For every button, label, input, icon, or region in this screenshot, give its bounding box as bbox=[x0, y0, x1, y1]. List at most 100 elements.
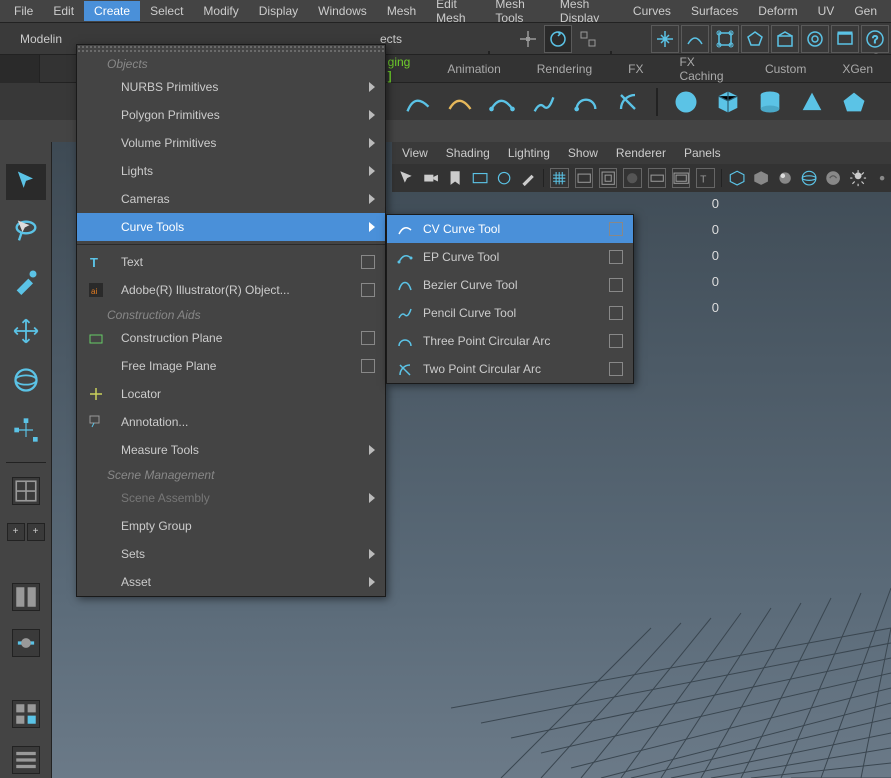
menu-deform[interactable]: Deform bbox=[748, 1, 807, 21]
vp-menu-panels[interactable]: Panels bbox=[684, 146, 721, 160]
vp-menu-lighting[interactable]: Lighting bbox=[508, 146, 550, 160]
menu-construction-plane[interactable]: Construction Plane bbox=[77, 324, 385, 352]
vp-wireframe-icon[interactable] bbox=[728, 168, 746, 188]
menu-gen[interactable]: Gen bbox=[844, 1, 887, 21]
menu-asset[interactable]: Asset bbox=[77, 568, 385, 596]
vp-menu-shading[interactable]: Shading bbox=[446, 146, 490, 160]
vp-resolution-gate-icon[interactable] bbox=[599, 168, 617, 188]
vp-menu-view[interactable]: View bbox=[402, 146, 428, 160]
menu-annotation[interactable]: Annotation... bbox=[77, 408, 385, 436]
pane-add-right[interactable]: + bbox=[27, 523, 45, 541]
vp-field-chart-icon[interactable] bbox=[648, 168, 666, 188]
snap-live-icon[interactable] bbox=[801, 25, 829, 53]
menu-polygon-primitives[interactable]: Polygon Primitives bbox=[77, 101, 385, 129]
vp-menu-show[interactable]: Show bbox=[568, 146, 598, 160]
torus-icon[interactable] bbox=[840, 88, 868, 116]
menu-illustrator[interactable]: aiAdobe(R) Illustrator(R) Object... bbox=[77, 276, 385, 304]
vp-smooth-shade-icon[interactable] bbox=[752, 168, 770, 188]
menu-create[interactable]: Create bbox=[84, 1, 140, 21]
menu-windows[interactable]: Windows bbox=[308, 1, 377, 21]
menu-measure-tools[interactable]: Measure Tools bbox=[77, 436, 385, 464]
vp-menu-renderer[interactable]: Renderer bbox=[616, 146, 666, 160]
menu-nurbs-primitives[interactable]: NURBS Primitives bbox=[77, 73, 385, 101]
layout-settings-icon[interactable] bbox=[12, 746, 40, 774]
submenu-three-point-arc[interactable]: Three Point Circular Arc bbox=[387, 327, 633, 355]
vp-image-plane-icon[interactable] bbox=[471, 168, 489, 188]
move-tool[interactable] bbox=[6, 313, 46, 349]
menu-edit[interactable]: Edit bbox=[43, 1, 84, 21]
menu-tear-off-handle[interactable] bbox=[77, 45, 385, 53]
curve-bezier-icon[interactable] bbox=[488, 88, 516, 116]
menu-empty-group[interactable]: Empty Group bbox=[77, 512, 385, 540]
submenu-pencil-curve[interactable]: Pencil Curve Tool bbox=[387, 299, 633, 327]
menu-locator[interactable]: Locator bbox=[77, 380, 385, 408]
layout-grid-icon[interactable] bbox=[12, 700, 40, 728]
vp-safe-title-icon[interactable]: T bbox=[696, 168, 714, 188]
snap-move-icon[interactable] bbox=[514, 25, 542, 53]
vp-wireframe-on-shaded-icon[interactable] bbox=[800, 168, 818, 188]
tab-custom[interactable]: Custom bbox=[747, 56, 824, 82]
tab-scroll-left[interactable] bbox=[0, 55, 40, 83]
tab-xgen[interactable]: XGen bbox=[824, 56, 891, 82]
rotate-tool[interactable] bbox=[6, 363, 46, 399]
menu-modify[interactable]: Modify bbox=[193, 1, 248, 21]
menu-sets[interactable]: Sets bbox=[77, 540, 385, 568]
submenu-bezier-curve[interactable]: Bezier Curve Tool bbox=[387, 271, 633, 299]
menu-curve-tools[interactable]: Curve Tools bbox=[77, 213, 385, 241]
tab-fxcaching[interactable]: FX Caching bbox=[661, 49, 747, 89]
curve-pencil-icon[interactable] bbox=[530, 88, 558, 116]
cylinder-icon[interactable] bbox=[756, 88, 784, 116]
menu-volume-primitives[interactable]: Volume Primitives bbox=[77, 129, 385, 157]
vp-grease-pencil-icon[interactable] bbox=[519, 168, 537, 188]
vp-grid-icon[interactable] bbox=[550, 168, 568, 188]
curve-ep-icon[interactable] bbox=[446, 88, 474, 116]
snap-rotate-icon[interactable] bbox=[544, 25, 572, 53]
select-tool[interactable] bbox=[6, 164, 46, 200]
pane-add-left[interactable]: + bbox=[7, 523, 25, 541]
curve-arc3-icon[interactable] bbox=[572, 88, 600, 116]
vp-use-all-lights-icon[interactable] bbox=[849, 168, 867, 188]
help-icon[interactable]: ? bbox=[861, 25, 889, 53]
snap-plane-icon[interactable] bbox=[771, 25, 799, 53]
menu-mesh[interactable]: Mesh bbox=[377, 1, 426, 21]
curve-arc2-icon[interactable] bbox=[614, 88, 642, 116]
vp-2d-pan-icon[interactable] bbox=[495, 168, 513, 188]
vp-bookmark-icon[interactable] bbox=[446, 168, 464, 188]
cone-icon[interactable] bbox=[798, 88, 826, 116]
sphere-icon[interactable] bbox=[672, 88, 700, 116]
menu-scene-assembly[interactable]: Scene Assembly bbox=[77, 484, 385, 512]
curve-cv-icon[interactable] bbox=[404, 88, 432, 116]
vp-select-camera-icon[interactable] bbox=[398, 168, 416, 188]
vp-textured-icon[interactable] bbox=[824, 168, 842, 188]
scale-tool[interactable] bbox=[6, 412, 46, 448]
vp-shadows-icon[interactable] bbox=[873, 168, 891, 188]
cube-icon[interactable] bbox=[714, 88, 742, 116]
single-pane-icon[interactable] bbox=[12, 477, 40, 505]
menu-file[interactable]: File bbox=[4, 1, 43, 21]
menu-select[interactable]: Select bbox=[140, 1, 193, 21]
vp-camera-icon[interactable] bbox=[422, 168, 440, 188]
menu-surfaces[interactable]: Surfaces bbox=[681, 1, 748, 21]
menu-free-image-plane[interactable]: Free Image Plane bbox=[77, 352, 385, 380]
tab-animation[interactable]: Animation bbox=[429, 56, 518, 82]
menu-curves[interactable]: Curves bbox=[623, 1, 681, 21]
menu-lights[interactable]: Lights bbox=[77, 157, 385, 185]
layout-vertical-icon[interactable] bbox=[12, 583, 40, 611]
menu-display[interactable]: Display bbox=[249, 1, 308, 21]
menu-uv[interactable]: UV bbox=[808, 1, 845, 21]
vp-use-default-material-icon[interactable] bbox=[776, 168, 794, 188]
render-icon[interactable] bbox=[831, 25, 859, 53]
menu-cameras[interactable]: Cameras bbox=[77, 185, 385, 213]
vp-gate-mask-icon[interactable] bbox=[623, 168, 641, 188]
vp-film-gate-icon[interactable] bbox=[575, 168, 593, 188]
menu-text[interactable]: TText bbox=[77, 248, 385, 276]
lasso-tool[interactable] bbox=[6, 214, 46, 250]
snap-scale-icon[interactable] bbox=[574, 25, 602, 53]
layout-slider-icon[interactable] bbox=[12, 629, 40, 657]
vp-safe-action-icon[interactable] bbox=[672, 168, 690, 188]
tab-fx[interactable]: FX bbox=[610, 56, 661, 82]
submenu-cv-curve[interactable]: CV Curve Tool bbox=[387, 215, 633, 243]
submenu-two-point-arc[interactable]: Two Point Circular Arc bbox=[387, 355, 633, 383]
paint-select-tool[interactable] bbox=[6, 263, 46, 299]
tab-rendering[interactable]: Rendering bbox=[519, 56, 610, 82]
